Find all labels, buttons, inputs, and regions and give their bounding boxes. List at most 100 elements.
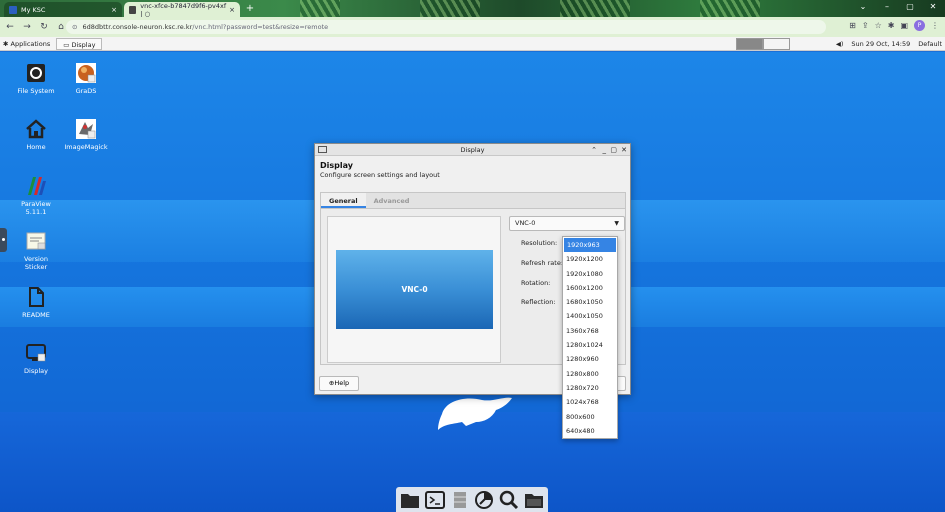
show-desktop-icon[interactable] — [400, 490, 420, 510]
minimize-window-button[interactable]: – — [876, 0, 898, 14]
wallpaper-leaf — [300, 0, 340, 17]
minimize-icon[interactable]: _ — [603, 144, 607, 156]
close-tab-icon[interactable]: × — [229, 6, 235, 14]
web-browser-icon[interactable] — [474, 490, 494, 510]
output-select-value: VNC-0 — [515, 219, 536, 227]
new-tab-button[interactable]: + — [244, 3, 256, 15]
share-icon[interactable]: ⇪ — [862, 21, 869, 30]
drive-icon — [25, 62, 47, 84]
taskbar-item-display[interactable]: ▭ Display — [56, 37, 103, 50]
resolution-option[interactable]: 1280x720 — [563, 381, 617, 395]
resolution-option[interactable]: 1680x1050 — [563, 295, 617, 309]
close-tab-icon[interactable]: × — [111, 6, 117, 14]
desktop-icon-readme[interactable]: README — [8, 286, 64, 319]
paraview-icon — [25, 175, 47, 197]
browser-tab-my-ksc[interactable]: My KSC × — [4, 2, 122, 17]
forward-arrow-icon[interactable]: → — [20, 20, 34, 34]
tab-advanced[interactable]: Advanced — [366, 193, 418, 208]
resolution-option[interactable]: 640x480 — [563, 424, 617, 438]
user-label[interactable]: Default — [918, 40, 942, 48]
tab-search-icon[interactable]: ⌄ — [852, 0, 874, 14]
desktop-icon-file-system[interactable]: File System — [8, 62, 64, 95]
desktop-icon-label: GraDS — [75, 87, 97, 95]
dialog-window-title: Display — [460, 146, 485, 154]
desktop-icon-version-sticker[interactable]: Version Sticker — [8, 230, 64, 271]
desktop-icon-home[interactable]: Home — [8, 118, 64, 151]
extensions-icon[interactable]: ✱ — [888, 21, 895, 30]
chrome-menu-icon[interactable]: ⋮ — [931, 21, 939, 30]
resolution-label: Resolution: — [521, 239, 558, 247]
clock[interactable]: Sun 29 Oct, 14:59 — [851, 40, 910, 48]
search-icon[interactable] — [499, 490, 519, 510]
novnc-control-handle[interactable] — [0, 228, 7, 252]
help-button[interactable]: ⊕Help — [319, 376, 359, 391]
wallpaper-leaf — [420, 0, 480, 17]
notebook-tabs: General Advanced — [321, 193, 625, 209]
resolution-option[interactable]: 1280x800 — [563, 367, 617, 381]
url-path: /vnc.html?password=test&resize=remote — [192, 23, 329, 31]
resolution-option[interactable]: 1920x1200 — [563, 252, 617, 266]
wallpaper-leaf — [700, 0, 760, 17]
monitor-preview-vnc-0[interactable]: VNC-0 — [336, 250, 493, 329]
folder-icon[interactable] — [524, 490, 544, 510]
maximize-icon[interactable]: ▢ — [610, 144, 617, 156]
workspace-1[interactable] — [736, 38, 763, 50]
wallpaper-leaf — [560, 0, 630, 17]
desktop-icon-imagemagick[interactable]: ImageMagick — [58, 118, 114, 151]
translate-icon[interactable]: ⊞ — [849, 21, 856, 30]
resolution-option[interactable]: 1400x1050 — [563, 309, 617, 323]
display-icon — [25, 342, 47, 364]
browser-tab-strip: My KSC × vnc-xfce-b7847d9f6-pv4xf | ○ × … — [0, 0, 945, 18]
resolution-option[interactable]: 1600x1200 — [563, 281, 617, 295]
close-icon[interactable]: ✕ — [621, 144, 627, 156]
desktop-icon-label: 5.11.1 — [25, 208, 47, 216]
output-select[interactable]: VNC-0 ▼ — [509, 216, 625, 231]
desktop-icon-label: ParaView — [21, 200, 51, 208]
xfce-top-panel: ✱ Applications ▭ Display ◀) Sun 29 Oct, … — [0, 37, 945, 51]
bookmark-star-icon[interactable]: ☆ — [875, 21, 882, 30]
ksc-favicon-icon — [9, 5, 17, 14]
workspace-switcher[interactable] — [736, 38, 790, 50]
volume-icon[interactable]: ◀) — [836, 40, 844, 48]
resolution-option[interactable]: 1920x963 — [564, 238, 616, 253]
maximize-window-button[interactable]: ▢ — [899, 0, 921, 14]
vnc-favicon-icon — [129, 5, 137, 14]
desktop-icon-label: Version — [24, 255, 48, 263]
resolution-option[interactable]: 1280x1024 — [563, 338, 617, 352]
dialog-header: Display Configure screen settings and la… — [315, 156, 630, 179]
desktop-icon-grads[interactable]: GraDS — [58, 62, 114, 95]
desktop-icon-paraview[interactable]: ParaView 5.11.1 — [8, 175, 64, 216]
desktop-icon-display[interactable]: Display — [8, 342, 64, 375]
rotation-label: Rotation: — [521, 279, 551, 287]
resolution-option[interactable]: 1280x960 — [563, 352, 617, 366]
window-menu-icon[interactable] — [318, 146, 327, 153]
tab-general[interactable]: General — [321, 193, 366, 208]
resolution-option[interactable]: 1024x768 — [563, 395, 617, 409]
side-panel-icon[interactable]: ▣ — [900, 21, 908, 30]
resolution-option[interactable]: 800x600 — [563, 410, 617, 424]
xfce-mouse-logo-icon — [438, 397, 512, 430]
url-host: 6d8dbttr.console-neuron.ksc.re.kr — [82, 23, 193, 31]
home-icon — [25, 118, 47, 140]
file-manager-icon[interactable] — [450, 490, 470, 510]
site-info-icon[interactable]: ⊙ — [72, 23, 77, 31]
panel-tray: ◀) Sun 29 Oct, 14:59 Default — [836, 37, 942, 51]
address-bar[interactable]: ⊙ 6d8dbttr.console-neuron.ksc.re.kr /vnc… — [66, 20, 826, 34]
applications-label: Applications — [10, 39, 51, 48]
profile-avatar[interactable]: P — [914, 20, 925, 31]
workspace-2[interactable] — [763, 38, 790, 50]
desktop-icon-label: Display — [24, 367, 48, 375]
sticker-icon — [25, 230, 47, 252]
browser-toolbar: ← → ↻ ⌂ ⊙ 6d8dbttr.console-neuron.ksc.re… — [0, 17, 945, 37]
toolbar-icons: ⊞ ⇪ ☆ ✱ ▣ P ⋮ — [849, 20, 939, 31]
resolution-option[interactable]: 1920x1080 — [563, 267, 617, 281]
back-arrow-icon[interactable]: ← — [3, 20, 17, 34]
resolution-option[interactable]: 1360x768 — [563, 324, 617, 338]
browser-tab-vnc[interactable]: vnc-xfce-b7847d9f6-pv4xf | ○ × — [124, 2, 240, 18]
applications-menu[interactable]: ✱ Applications — [3, 40, 50, 48]
shade-icon[interactable]: ⌃ — [591, 144, 597, 156]
dialog-titlebar[interactable]: Display ⌃ _ ▢ ✕ — [315, 144, 630, 156]
terminal-icon[interactable] — [424, 490, 445, 510]
reload-icon[interactable]: ↻ — [37, 20, 51, 34]
close-window-button[interactable]: ✕ — [922, 0, 944, 14]
